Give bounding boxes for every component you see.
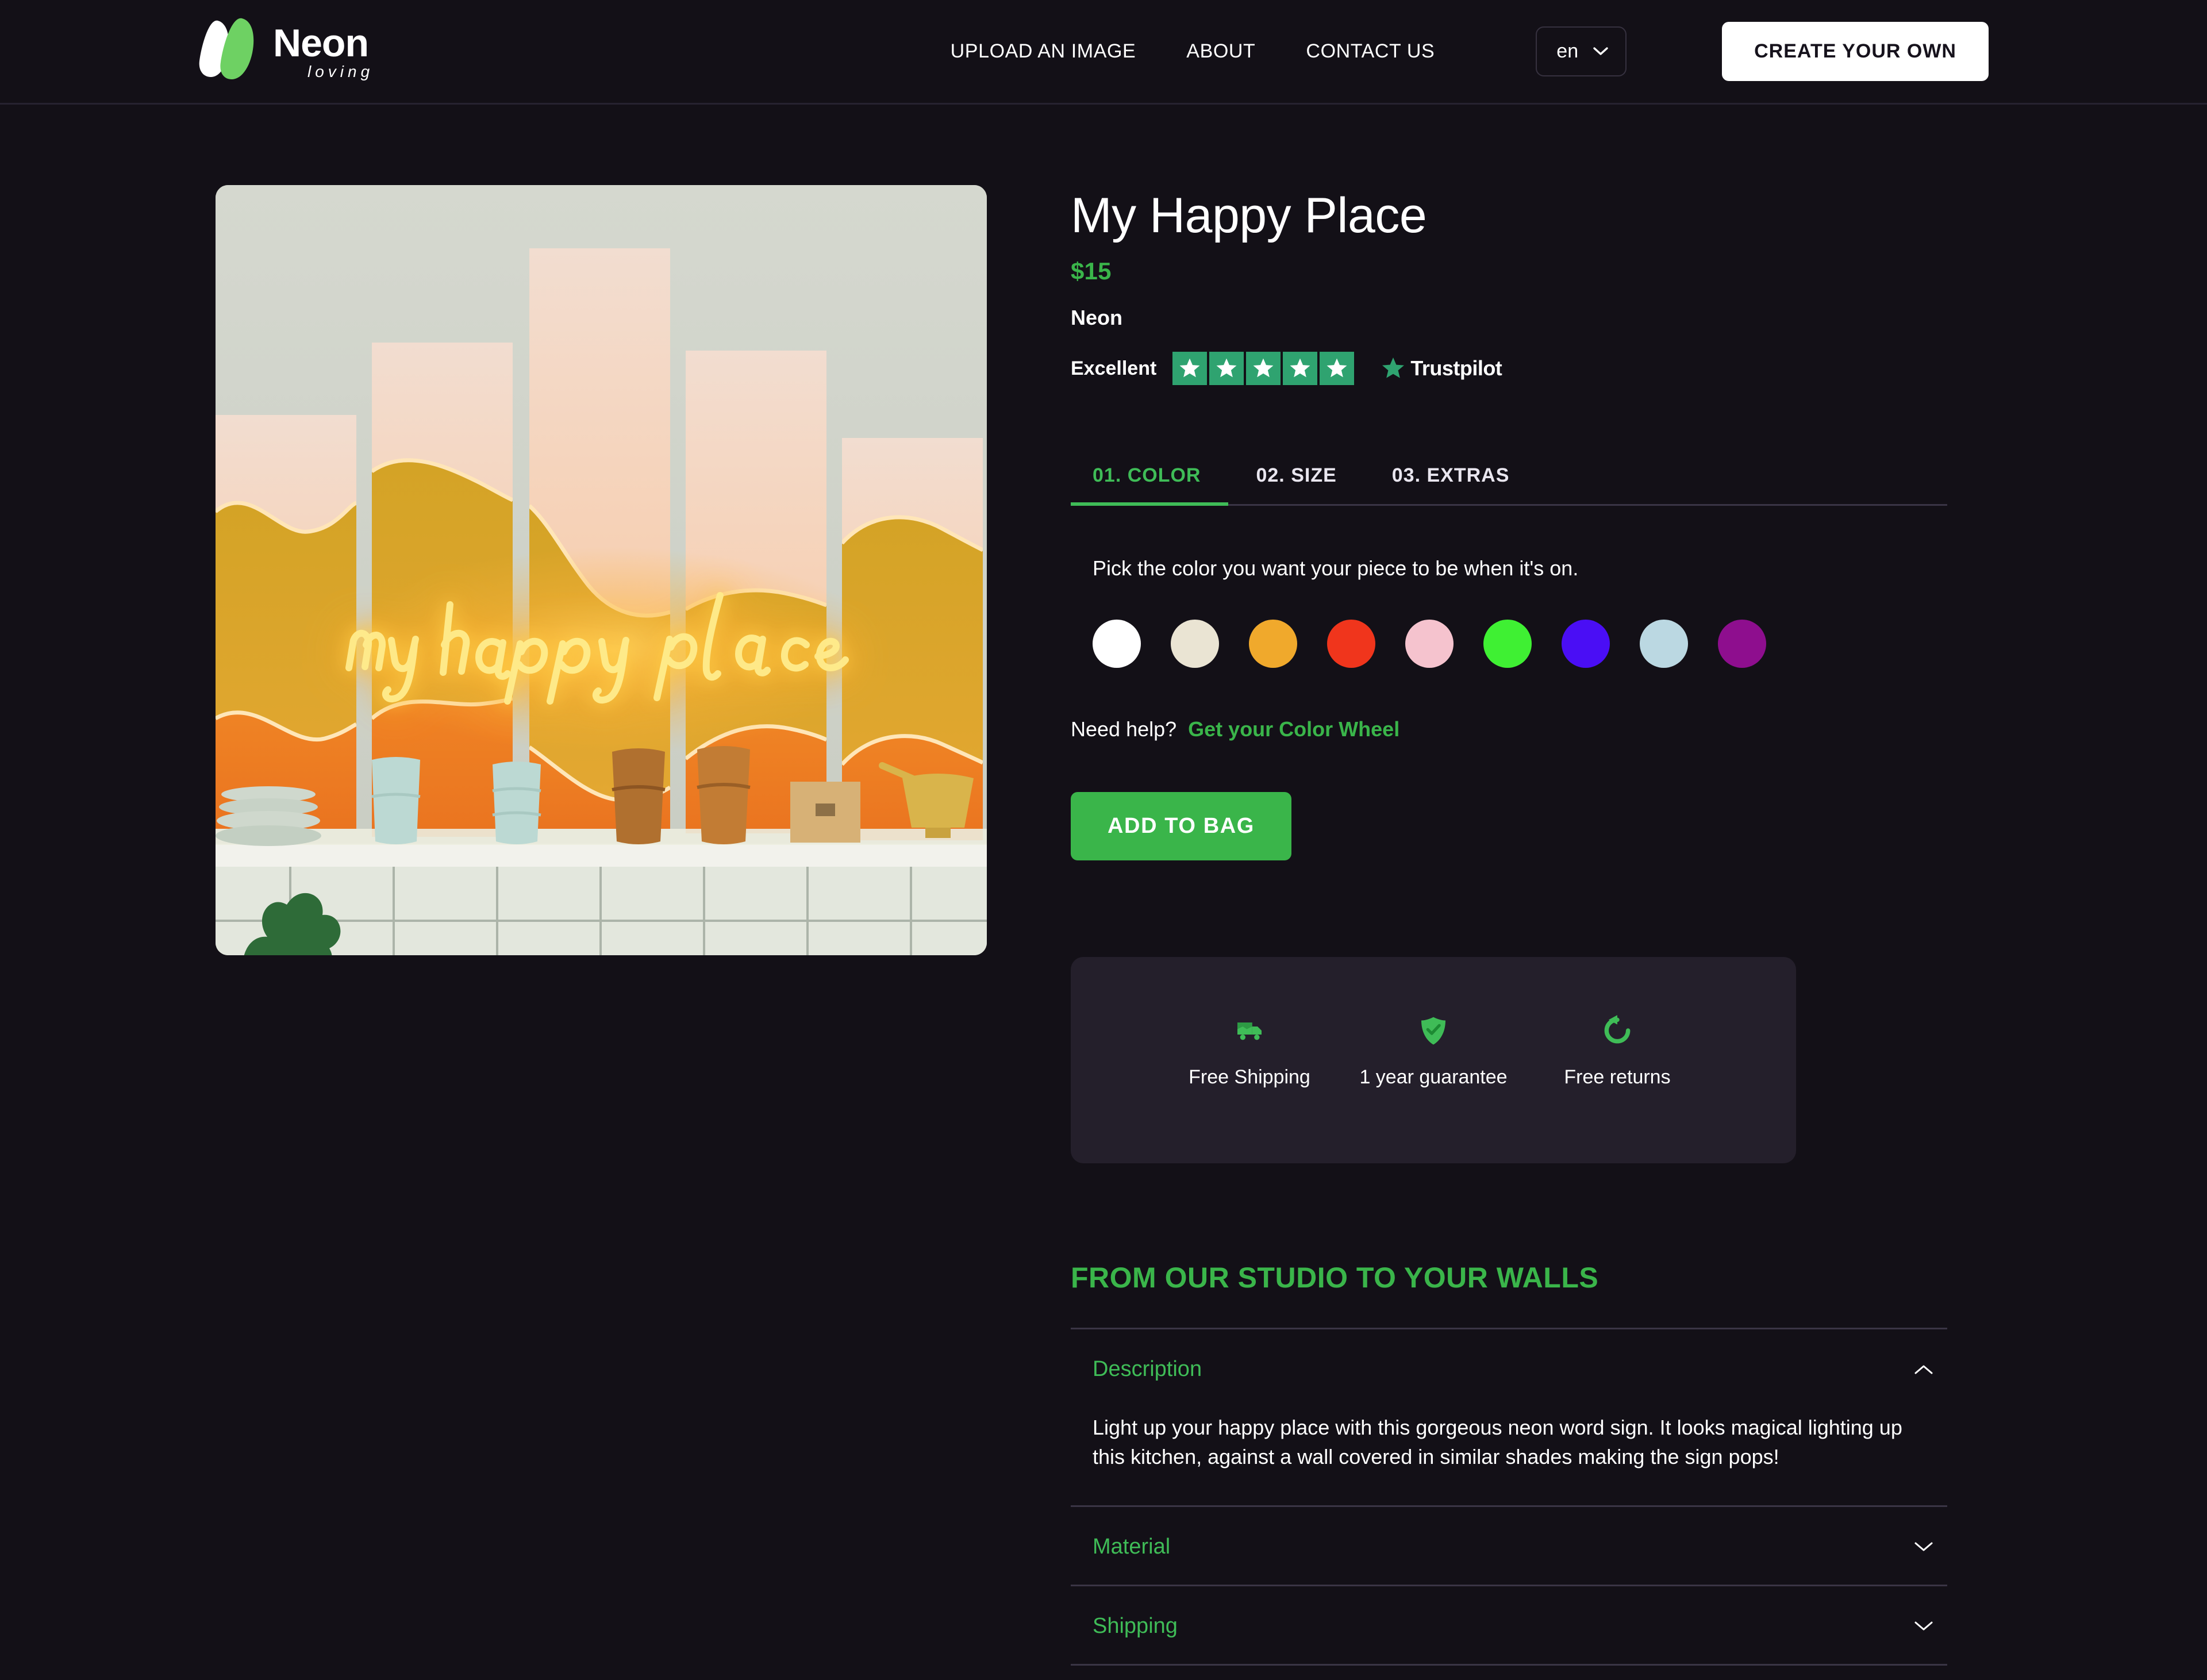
neon-loving-logo-icon [193,17,260,86]
benefit-free-shipping: Free Shipping [1158,1012,1341,1089]
product-gallery: SIMPLICIOUS [216,185,987,1666]
trustpilot-rating-word: Excellent [1071,357,1156,380]
product-category: Neon [1071,306,1947,330]
color-wheel-link[interactable]: Get your Color Wheel [1188,717,1399,741]
add-to-bag-button[interactable]: ADD TO BAG [1071,792,1291,860]
color-picker-hint: Pick the color you want your piece to be… [1071,556,1947,580]
configurator-tabs: 01. COLOR 02. SIZE 03. EXTRAS [1071,464,1947,506]
trustpilot-star-icon [1379,355,1407,382]
accordion-header-description[interactable]: Description [1071,1329,1947,1407]
truck-icon [1158,1012,1341,1049]
product-info-accordion: Description Light up your happy place wi… [1071,1328,1947,1665]
accordion-body-description: Light up your happy place with this gorg… [1071,1407,1947,1505]
star-icon [1246,352,1281,385]
accordion-header-material[interactable]: Material [1071,1507,1947,1585]
color-swatch-list [1071,620,1947,668]
studio-section-title: FROM OUR STUDIO TO YOUR WALLS [1071,1261,1947,1294]
logo-tagline: loving [273,64,374,80]
color-swatch-orange[interactable] [1249,620,1297,668]
accordion-item-description: Description Light up your happy place wi… [1071,1328,1947,1505]
color-swatch-ice-blue[interactable] [1640,620,1688,668]
benefits-card: Free Shipping 1 year guarantee [1071,957,1796,1163]
trustpilot-wordmark: Trustpilot [1410,356,1502,380]
logo-wordmark: Neon loving [273,24,374,80]
return-arrow-icon [1525,1012,1709,1049]
accordion-header-shipping[interactable]: Shipping [1071,1586,1947,1664]
color-swatch-warm-white[interactable] [1171,620,1219,668]
need-help-row: Need help? Get your Color Wheel [1071,717,1947,741]
accordion-label: Shipping [1093,1614,1178,1639]
color-swatch-white[interactable] [1093,620,1141,668]
benefit-label: Free returns [1525,1066,1709,1089]
chevron-down-icon [1914,1620,1933,1632]
tab-color[interactable]: 01. COLOR [1071,464,1228,504]
trustpilot-rating[interactable]: Excellent Trustpilot [1071,352,1947,385]
chevron-down-icon [1593,47,1608,56]
product-hero-image[interactable]: SIMPLICIOUS [216,185,987,955]
language-selector[interactable]: en [1536,26,1627,76]
page-title: My Happy Place [1071,190,1947,241]
accordion-item-shipping: Shipping [1071,1585,1947,1666]
accordion-label: Material [1093,1535,1170,1559]
product-price: $15 [1071,257,1947,285]
star-icon [1172,352,1207,385]
product-page: SIMPLICIOUS [0,105,2207,1666]
language-value: en [1556,40,1578,63]
tab-extras[interactable]: 03. EXTRAS [1364,464,1537,504]
benefit-label: 1 year guarantee [1341,1066,1525,1089]
color-swatch-blue[interactable] [1562,620,1610,668]
star-icon [1283,352,1317,385]
accordion-label: Description [1093,1357,1202,1382]
trustpilot-logo: Trustpilot [1379,355,1502,382]
star-icon [1209,352,1244,385]
product-detail: My Happy Place $15 Neon Excellent Trustp… [1071,185,1947,1666]
trustpilot-stars [1172,352,1354,385]
primary-nav: UPLOAD AN IMAGE ABOUT CONTACT US en CREA… [951,22,1989,81]
benefit-label: Free Shipping [1158,1066,1341,1089]
tab-size[interactable]: 02. SIZE [1228,464,1364,504]
logo-name: Neon [273,24,374,63]
nav-item-about[interactable]: ABOUT [1186,40,1255,63]
accordion-item-material: Material [1071,1505,1947,1585]
chevron-down-icon [1914,1541,1933,1552]
site-logo[interactable]: Neon loving [193,17,374,86]
shield-check-icon [1341,1012,1525,1049]
benefit-free-returns: Free returns [1525,1012,1709,1089]
color-swatch-green[interactable] [1483,620,1532,668]
color-swatch-pink[interactable] [1405,620,1454,668]
benefit-guarantee: 1 year guarantee [1341,1012,1525,1089]
nav-item-contact-us[interactable]: CONTACT US [1306,40,1435,63]
nav-item-upload-an-image[interactable]: UPLOAD AN IMAGE [951,40,1136,63]
site-header: Neon loving UPLOAD AN IMAGE ABOUT CONTAC… [0,0,2207,105]
color-swatch-red[interactable] [1327,620,1375,668]
star-icon [1320,352,1354,385]
create-your-own-button[interactable]: CREATE YOUR OWN [1722,22,1989,81]
chevron-up-icon [1914,1364,1933,1375]
need-help-label: Need help? [1071,717,1176,741]
color-swatch-purple[interactable] [1718,620,1766,668]
